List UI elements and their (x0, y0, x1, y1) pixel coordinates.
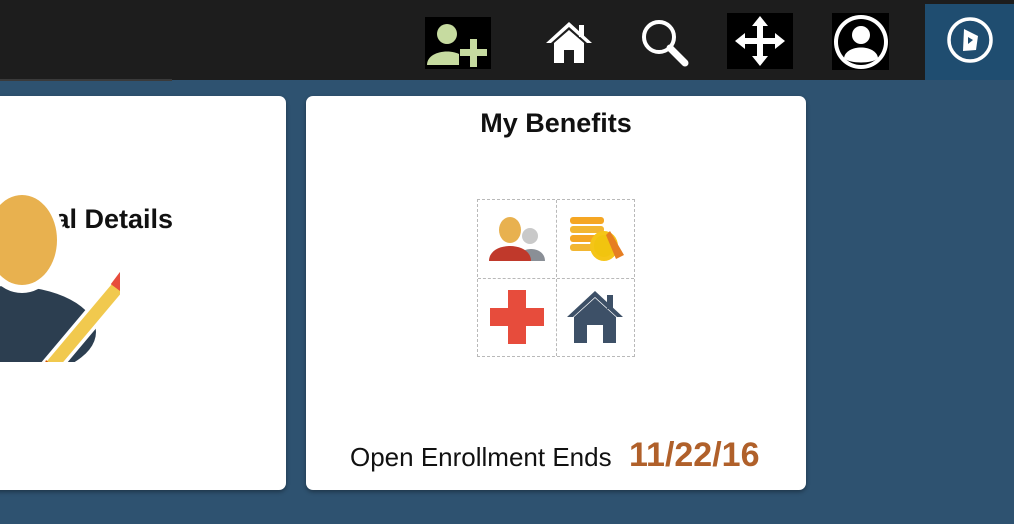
profile-button[interactable] (832, 13, 889, 70)
health-cross-icon (478, 278, 556, 356)
person-edit-icon (0, 187, 131, 382)
search-icon (638, 17, 690, 67)
tile-title-my-benefits: My Benefits (480, 108, 632, 138)
top-banner (0, 0, 1014, 81)
search-button[interactable] (638, 17, 690, 67)
move-button[interactable] (727, 13, 793, 69)
personal-details-tile[interactable]: Personal Details (0, 96, 286, 490)
move-arrows-icon (733, 14, 787, 68)
home-icon (544, 19, 594, 65)
my-benefits-tile[interactable]: My Benefits Open Enrollment Ends 11/22/1… (306, 96, 806, 490)
coins-icon (556, 200, 634, 278)
compass-icon (946, 16, 994, 69)
navbar-button[interactable] (925, 4, 1014, 80)
enrollment-end-date: 11/22/16 (629, 436, 760, 474)
dependents-icon (478, 200, 556, 278)
add-user-button[interactable] (425, 17, 491, 69)
banner-divider (0, 79, 172, 81)
house-icon (556, 278, 634, 356)
add-user-icon (425, 17, 491, 69)
benefits-icon-grid (477, 199, 635, 357)
home-button[interactable] (543, 18, 595, 66)
enrollment-status-label: Open Enrollment Ends (350, 442, 612, 472)
user-profile-icon (833, 14, 889, 70)
